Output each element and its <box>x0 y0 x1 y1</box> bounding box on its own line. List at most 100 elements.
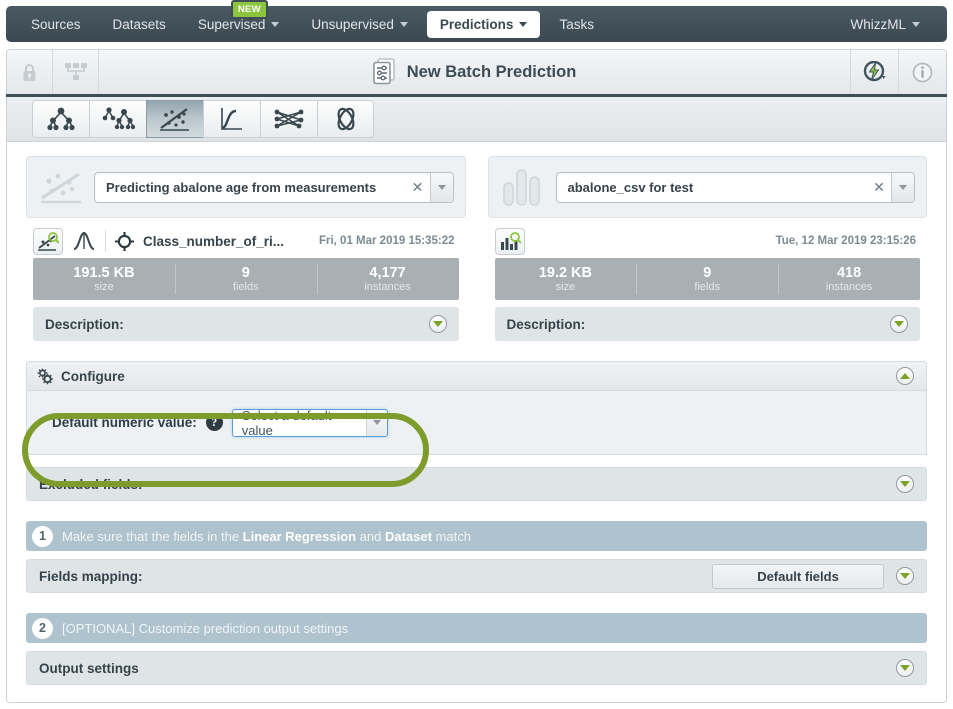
fields-mapping-bar[interactable]: Fields mapping: Default fields <box>26 559 927 593</box>
stat-value: 191.5 KB <box>73 264 135 281</box>
default-numeric-dropdown-button[interactable] <box>365 409 387 436</box>
deepnet-icon <box>274 109 304 129</box>
chevron-down-icon <box>900 665 910 671</box>
model-dropdown-button[interactable] <box>429 172 453 202</box>
nav-item-sources[interactable]: Sources <box>18 11 94 38</box>
fusion-icon <box>337 107 354 131</box>
info-icon <box>912 62 933 82</box>
stat-label: instances <box>364 280 411 293</box>
share-button[interactable] <box>53 50 99 94</box>
dataset-view-button[interactable] <box>494 227 525 255</box>
fields-mapping-label: Fields mapping: <box>39 568 143 584</box>
excluded-fields-label: Excluded fields: <box>39 476 143 492</box>
model-type-model[interactable] <box>32 100 89 138</box>
whizzml-button[interactable] <box>850 50 898 94</box>
model-type-logistic-regression[interactable] <box>203 100 260 138</box>
expand-output-settings-button[interactable] <box>896 659 914 677</box>
help-question-icon[interactable]: ? <box>205 414 223 431</box>
nav-item-datasets[interactable]: Datasets <box>100 11 179 38</box>
dataset-combobox[interactable]: abalone_csv for test ✕ <box>555 171 915 203</box>
nav-item-tasks[interactable]: Tasks <box>546 11 607 38</box>
dataset-date: Tue, 12 Mar 2019 23:15:26 <box>775 235 916 247</box>
dataset-selected-value: abalone_csv for test <box>567 179 694 195</box>
default-numeric-value-label: Default numeric value: <box>52 415 197 430</box>
dataset-description-bar[interactable]: Description: <box>494 307 920 341</box>
nav-item-supervised[interactable]: Supervised NEW <box>185 0 293 38</box>
model-type-fusion[interactable] <box>317 100 374 138</box>
top-navigation-bar: Sources Datasets Supervised NEW Unsuperv… <box>6 0 947 42</box>
model-combobox[interactable]: Predicting abalone age from measurements… <box>94 171 454 203</box>
stat-instances: 4,177 instances <box>316 258 459 300</box>
nav-item-whizzml[interactable]: WhizzML <box>837 11 933 38</box>
expand-excluded-fields-button[interactable] <box>896 475 914 493</box>
expand-description-button[interactable] <box>428 315 447 333</box>
model-selector-area: Predicting abalone age from measurements… <box>26 156 466 218</box>
new-badge: NEW <box>230 0 268 19</box>
gears-icon <box>37 368 53 384</box>
model-date: Fri, 01 Mar 2019 15:35:22 <box>318 235 455 247</box>
stat-label: instances <box>825 280 873 293</box>
step-2-banner: 2 [OPTIONAL] Customize prediction output… <box>26 613 927 643</box>
chevron-down-icon <box>372 420 381 425</box>
lock-button[interactable] <box>7 50 53 94</box>
dataset-info: Tue, 12 Mar 2019 23:15:26 19.2 KB size 9… <box>488 224 928 341</box>
stat-size: 191.5 KB size <box>33 258 175 300</box>
stat-label: fields <box>232 280 259 293</box>
expand-description-button[interactable] <box>890 315 908 333</box>
nav-item-predictions[interactable]: Predictions <box>426 10 541 38</box>
resource-panels: Predicting abalone age from measurements… <box>7 142 946 341</box>
chevron-down-icon <box>899 184 907 190</box>
info-button[interactable] <box>898 50 946 94</box>
clear-icon[interactable]: ✕ <box>406 173 430 202</box>
dataset-selector-area: abalone_csv for test ✕ <box>487 156 927 218</box>
excluded-fields-bar[interactable]: Excluded fields: <box>26 467 927 501</box>
default-numeric-value-text: Select a default value <box>241 407 332 438</box>
model-info: Class_number_of_ri... Fri, 01 Mar 2019 1… <box>26 224 466 341</box>
step-1-banner: 1 Make sure that the fields in the Linea… <box>26 521 927 551</box>
whizzml-lightning-icon <box>863 61 886 82</box>
clear-icon[interactable]: ✕ <box>867 173 891 202</box>
output-settings-bar[interactable]: Output settings <box>26 651 927 685</box>
stat-label: size <box>555 280 576 293</box>
model-type-linear-regression[interactable] <box>146 100 203 138</box>
step-bold-dataset: Dataset <box>385 528 432 544</box>
nav-item-label: Supervised <box>197 16 266 32</box>
linear-regression-view-icon <box>38 231 59 251</box>
linear-regression-icon <box>160 108 189 131</box>
default-fields-button[interactable]: Default fields <box>712 563 884 589</box>
model-type-toolbar <box>6 97 947 142</box>
dataset-description-label: Description: <box>506 316 586 332</box>
default-numeric-value-select[interactable]: Select a default value <box>231 407 388 438</box>
configure-title: Configure <box>61 368 125 384</box>
configure-header[interactable]: Configure <box>26 361 927 391</box>
model-description-bar[interactable]: Description: <box>33 307 459 341</box>
model-type-deepnet[interactable] <box>260 100 317 138</box>
model-type-ensemble[interactable] <box>89 100 146 138</box>
model-description-label: Description: <box>45 316 124 332</box>
dataset-dropdown-button[interactable] <box>891 172 914 202</box>
nav-item-unsupervised[interactable]: Unsupervised <box>298 11 421 38</box>
nav-item-label: Unsupervised <box>311 16 394 32</box>
expand-fields-mapping-button[interactable] <box>896 567 914 585</box>
nav-item-label: WhizzML <box>850 16 906 32</box>
stat-size: 19.2 KB size <box>495 258 637 300</box>
dataset-resource-icon <box>500 166 546 208</box>
header-actions <box>850 50 946 94</box>
stat-fields: 9 fields <box>174 258 317 300</box>
chevron-down-icon <box>437 184 446 190</box>
step-bold-linear-regression: Linear Regression <box>242 528 357 544</box>
model-view-button[interactable] <box>33 227 63 255</box>
step-text-post: match <box>431 528 471 544</box>
logistic-regression-icon <box>221 108 242 130</box>
collapse-configure-button[interactable] <box>896 367 914 385</box>
chevron-down-icon <box>432 321 443 327</box>
stat-value: 418 <box>836 264 862 281</box>
stat-label: fields <box>694 280 721 293</box>
dataset-stats: 19.2 KB size 9 fields 418 instances <box>494 258 920 300</box>
stat-value: 19.2 KB <box>538 264 593 281</box>
excluded-fields-actions <box>896 475 914 493</box>
